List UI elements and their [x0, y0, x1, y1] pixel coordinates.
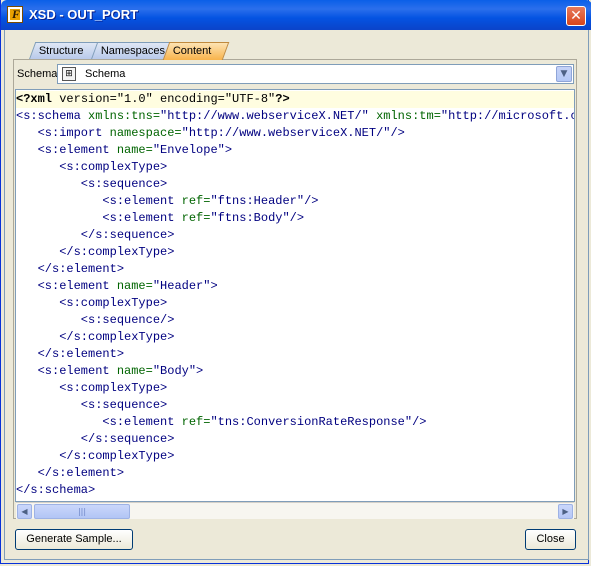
code-token: "Body"> [152, 364, 204, 378]
code-line: <s:element ref="ftns:Body"/> [16, 210, 574, 227]
code-token: xmlns:tm= [376, 109, 441, 123]
code-token: <s:element [16, 194, 182, 208]
code-token: </s:sequence> [16, 228, 175, 242]
generate-sample-button[interactable]: Generate Sample... [15, 529, 133, 550]
code-token: version="1.0" encoding="UTF-8" [52, 92, 276, 106]
code-token: name= [116, 364, 153, 378]
code-line: <s:element ref="ftns:Header"/> [16, 193, 574, 210]
code-token: name= [116, 143, 153, 157]
code-token: name= [116, 279, 153, 293]
app-icon: F [7, 6, 23, 23]
code-token: <s:sequence> [16, 177, 168, 191]
code-line: <s:complexType> [16, 159, 574, 176]
scroll-right-icon[interactable]: ▶ [558, 504, 573, 519]
code-line: </s:sequence> [16, 227, 574, 244]
code-line: <s:sequence> [16, 176, 574, 193]
code-line: </s:complexType> [16, 329, 574, 346]
code-line: <s:complexType> [16, 295, 574, 312]
code-line: </s:schema> [16, 482, 574, 499]
code-line: </s:element> [16, 261, 574, 278]
code-token: <s:complexType> [16, 381, 168, 395]
code-token: <s:complexType> [16, 160, 168, 174]
code-token: <s:element [16, 211, 182, 225]
code-token: <s:import [16, 126, 110, 140]
code-token: "Header"> [152, 279, 218, 293]
schema-icon: ⊞ [62, 67, 76, 81]
code-token: <?xml [16, 92, 53, 106]
code-line: <s:element name="Header"> [16, 278, 574, 295]
code-token: "http://microsoft.co [440, 109, 575, 123]
code-line: <?xml version="1.0" encoding="UTF-8"?> [16, 91, 574, 108]
code-token: <s:schema [16, 109, 89, 123]
code-line: <s:element ref="tns:ConversionRateRespon… [16, 414, 574, 431]
code-token: <s:element [16, 364, 117, 378]
code-token: </s:element> [16, 466, 125, 480]
code-line: </s:element> [16, 465, 574, 482]
code-token: </s:complexType> [16, 330, 175, 344]
title-bar[interactable]: F XSD - OUT_PORT ✕ [1, 0, 591, 30]
code-line: <s:schema xmlns:tns="http://www.webservi… [16, 108, 574, 125]
code-token: </s:schema> [16, 483, 96, 497]
window-title: XSD - OUT_PORT [29, 7, 139, 22]
code-line: <s:element name="Envelope"> [16, 142, 574, 159]
tab-content[interactable]: Content [162, 42, 230, 60]
code-token: "tns:ConversionRateResponse"/> [210, 415, 427, 429]
schema-select[interactable]: ⊞ Schema ▼ [57, 64, 574, 84]
code-token: xmlns:tns= [88, 109, 161, 123]
code-token: <s:sequence/> [16, 313, 175, 327]
code-token: ?> [275, 92, 290, 106]
schema-select-value: Schema [85, 68, 126, 80]
code-token: <s:element [16, 415, 182, 429]
code-token: ref= [181, 211, 211, 225]
schema-label: Schema [17, 68, 58, 80]
code-token: </s:element> [16, 347, 125, 361]
code-token: ref= [181, 194, 211, 208]
code-line: </s:complexType> [16, 244, 574, 261]
code-token: </s:sequence> [16, 432, 175, 446]
code-token: </s:element> [16, 262, 125, 276]
code-token: "Envelope"> [152, 143, 233, 157]
code-line: </s:element> [16, 346, 574, 363]
code-token: "ftns:Body"/> [210, 211, 305, 225]
code-line: <s:complexType> [16, 380, 574, 397]
code-token: </s:complexType> [16, 449, 175, 463]
xml-editor[interactable]: <?xml version="1.0" encoding="UTF-8"?> <s… [15, 89, 575, 502]
code-token: "ftns:Header"/> [210, 194, 319, 208]
close-button[interactable]: Close [525, 529, 576, 550]
code-line: <s:sequence/> [16, 312, 574, 329]
code-token: ref= [181, 415, 211, 429]
code-token: namespace= [109, 126, 182, 140]
code-token: <s:sequence> [16, 398, 168, 412]
close-window-button[interactable]: ✕ [566, 6, 586, 26]
code-line: <s:element name="Body"> [16, 363, 574, 380]
code-line: </s:complexType> [16, 448, 574, 465]
code-line: <s:import namespace="http://www.webservi… [16, 125, 574, 142]
code-token: <s:element [16, 279, 117, 293]
scrollbar-thumb[interactable]: ||| [34, 504, 130, 519]
code-token: </s:complexType> [16, 245, 175, 259]
horizontal-scrollbar[interactable]: ◀ ||| ▶ [16, 502, 574, 519]
code-token: <s:element [16, 143, 117, 157]
code-token: "http://www.webserviceX.NET/"/> [181, 126, 405, 140]
code-token: <s:complexType> [16, 296, 168, 310]
code-line: </s:sequence> [16, 431, 574, 448]
code-line: <s:sequence> [16, 397, 574, 414]
scroll-left-icon[interactable]: ◀ [17, 504, 32, 519]
chevron-down-icon[interactable]: ▼ [556, 66, 572, 82]
code-token: "http://www.webserviceX.NET/" [160, 109, 377, 123]
